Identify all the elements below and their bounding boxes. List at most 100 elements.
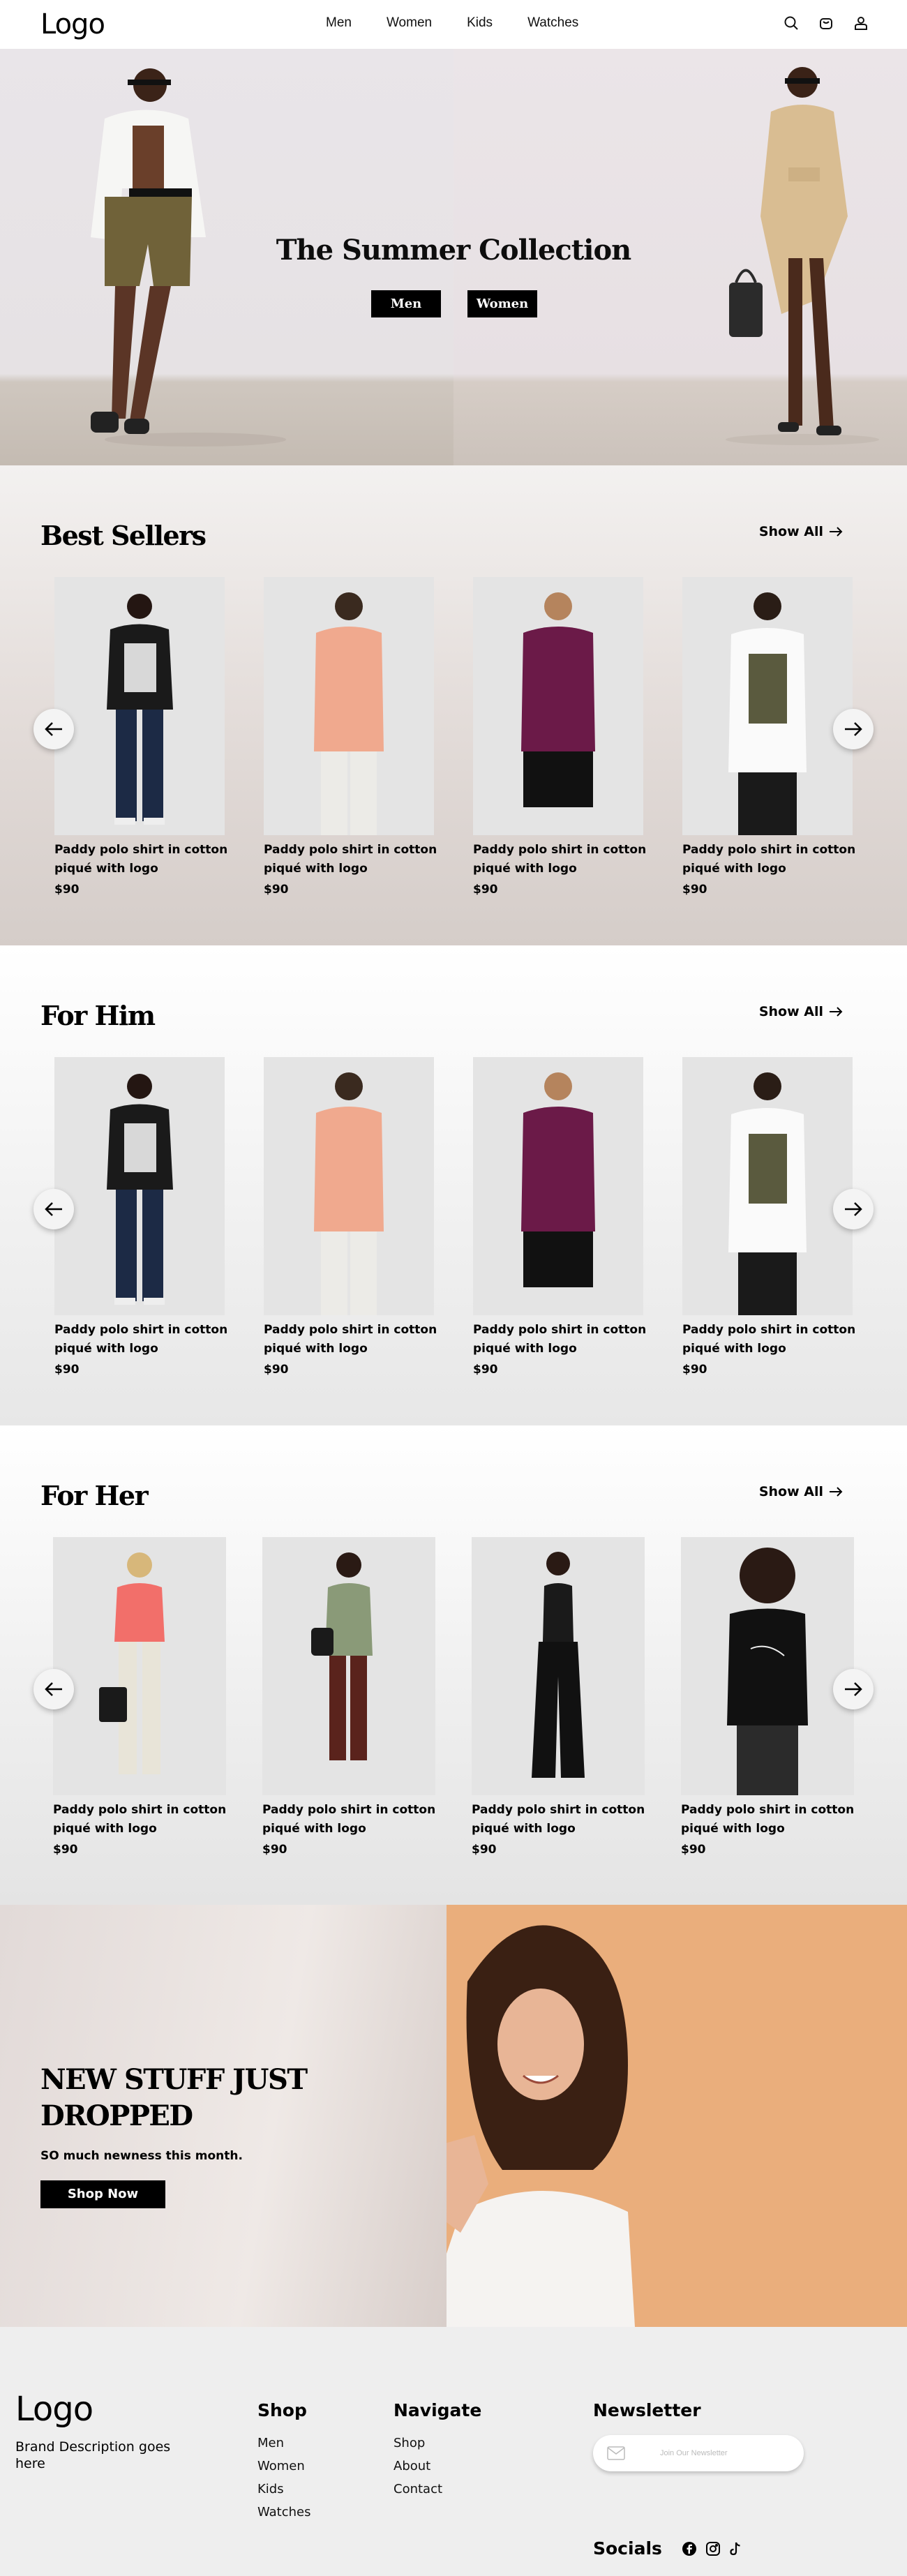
product-image[interactable]: [681, 1537, 854, 1795]
nav-link-men[interactable]: Men: [326, 15, 352, 31]
socials-title: Socials: [593, 2538, 662, 2559]
footer-link-women[interactable]: Women: [257, 2455, 311, 2478]
carousel-next-button[interactable]: [833, 1669, 874, 1709]
nav-link-watches[interactable]: Watches: [527, 15, 578, 31]
footer-link-watches[interactable]: Watches: [257, 2501, 311, 2524]
show-all-label: Show All: [758, 1484, 823, 1499]
product-name[interactable]: Paddy polo shirt in cotton piqué with lo…: [264, 841, 438, 878]
product-price: $90: [473, 1363, 498, 1377]
product-card[interactable]: Paddy polo shirt in cotton piqué with lo…: [472, 1537, 645, 1857]
hero-title: The Summer Collection: [276, 234, 631, 267]
product-image[interactable]: [53, 1537, 226, 1795]
footer-logo[interactable]: Logo: [15, 2390, 93, 2429]
newsletter-block: Newsletter Join Our Newsletter Socials: [593, 2400, 804, 2559]
product-card[interactable]: Paddy polo shirt in cotton piqué with lo…: [54, 577, 227, 897]
product-name[interactable]: Paddy polo shirt in cotton piqué with lo…: [681, 1801, 855, 1839]
promo-title: NEW STUFF JUST DROPPED: [40, 2063, 308, 2132]
newsletter-title: Newsletter: [593, 2400, 701, 2420]
shop-now-button[interactable]: Shop Now: [40, 2180, 165, 2208]
product-name[interactable]: Paddy polo shirt in cotton piqué with lo…: [473, 1321, 647, 1358]
socials-block: Socials: [593, 2538, 802, 2559]
show-all-link[interactable]: Show All: [759, 1004, 843, 1019]
product-price: $90: [264, 883, 289, 897]
product-image[interactable]: [682, 577, 853, 835]
product-card[interactable]: Paddy polo shirt in cotton piqué with lo…: [53, 1537, 226, 1857]
footer-link-about[interactable]: About: [393, 2455, 481, 2478]
product-card[interactable]: Paddy polo shirt in cotton piqué with lo…: [473, 577, 646, 897]
product-name[interactable]: Paddy polo shirt in cotton piqué with lo…: [264, 1321, 438, 1358]
product-image[interactable]: [262, 1537, 435, 1795]
promo-banner: NEW STUFF JUST DROPPED SO much newness t…: [0, 1905, 907, 2327]
shop-women-button[interactable]: Women: [467, 290, 537, 317]
footer-link-kids[interactable]: Kids: [257, 2478, 311, 2501]
arrow-right-icon: [845, 1202, 862, 1216]
product-image[interactable]: [264, 1057, 434, 1315]
site-header: Logo Men Women Kids Watches: [0, 0, 907, 49]
carousel-next-button[interactable]: [833, 1189, 874, 1229]
product-image[interactable]: [682, 1057, 853, 1315]
product-name[interactable]: Paddy polo shirt in cotton piqué with lo…: [262, 1801, 437, 1839]
logo[interactable]: Logo: [40, 8, 105, 40]
arrow-right-icon: [845, 1682, 862, 1696]
nav-link-kids[interactable]: Kids: [467, 15, 493, 31]
product-name[interactable]: Paddy polo shirt in cotton piqué with lo…: [53, 1801, 227, 1839]
product-image[interactable]: [472, 1537, 645, 1795]
newsletter-placeholder: Join Our Newsletter: [660, 2449, 728, 2457]
product-card[interactable]: Paddy polo shirt in cotton piqué with lo…: [262, 1537, 435, 1857]
product-card[interactable]: Paddy polo shirt in cotton piqué with lo…: [681, 1537, 854, 1857]
shop-men-button[interactable]: Men: [371, 290, 441, 317]
product-name[interactable]: Paddy polo shirt in cotton piqué with lo…: [682, 1321, 857, 1358]
carousel-prev-button[interactable]: [33, 1189, 74, 1229]
product-image[interactable]: [264, 577, 434, 835]
show-all-link[interactable]: Show All: [759, 1484, 843, 1499]
promo-subtitle: SO much newness this month.: [40, 2149, 243, 2163]
product-card[interactable]: Paddy polo shirt in cotton piqué with lo…: [264, 1057, 437, 1377]
product-carousel: Paddy polo shirt in cotton piqué with lo…: [54, 1057, 855, 1406]
footer-shop-column: Shop Men Women Kids Watches: [257, 2400, 311, 2524]
show-all-link[interactable]: Show All: [759, 524, 843, 539]
footer-column-title: Navigate: [393, 2400, 482, 2420]
bag-icon[interactable]: [818, 15, 834, 31]
product-name[interactable]: Paddy polo shirt in cotton piqué with lo…: [54, 1321, 229, 1358]
main-nav: Men Women Kids Watches: [326, 15, 613, 31]
footer-link-shop[interactable]: Shop: [393, 2432, 481, 2455]
product-price: $90: [53, 1843, 78, 1857]
instagram-icon[interactable]: [705, 2541, 721, 2556]
carousel-next-button[interactable]: [833, 709, 874, 749]
product-name[interactable]: Paddy polo shirt in cotton piqué with lo…: [682, 841, 857, 878]
product-image[interactable]: [473, 1057, 643, 1315]
product-name[interactable]: Paddy polo shirt in cotton piqué with lo…: [472, 1801, 646, 1839]
footer-link-men[interactable]: Men: [257, 2432, 311, 2455]
product-price: $90: [54, 883, 80, 897]
arrow-right-icon: [830, 527, 843, 537]
product-name[interactable]: Paddy polo shirt in cotton piqué with lo…: [54, 841, 229, 878]
tiktok-icon[interactable]: [729, 2541, 742, 2556]
product-name[interactable]: Paddy polo shirt in cotton piqué with lo…: [473, 841, 647, 878]
carousel-prev-button[interactable]: [33, 709, 74, 749]
product-card[interactable]: Paddy polo shirt in cotton piqué with lo…: [54, 1057, 227, 1377]
user-icon[interactable]: [853, 15, 869, 31]
product-carousel: Paddy polo shirt in cotton piqué with lo…: [53, 1537, 854, 1886]
carousel-prev-button[interactable]: [33, 1669, 74, 1709]
product-image[interactable]: [54, 577, 225, 835]
product-price: $90: [681, 1843, 706, 1857]
product-carousel: Paddy polo shirt in cotton piqué with lo…: [54, 577, 855, 926]
product-card[interactable]: Paddy polo shirt in cotton piqué with lo…: [473, 1057, 646, 1377]
footer-link-contact[interactable]: Contact: [393, 2478, 481, 2501]
newsletter-input[interactable]: Join Our Newsletter: [593, 2435, 804, 2471]
nav-link-women[interactable]: Women: [387, 15, 432, 31]
search-icon[interactable]: [783, 15, 800, 31]
product-card[interactable]: Paddy polo shirt in cotton piqué with lo…: [682, 577, 855, 897]
product-price: $90: [473, 883, 498, 897]
product-card[interactable]: Paddy polo shirt in cotton piqué with lo…: [682, 1057, 855, 1377]
show-all-label: Show All: [758, 524, 823, 539]
product-price: $90: [682, 883, 707, 897]
facebook-icon[interactable]: [682, 2541, 697, 2556]
product-image[interactable]: [54, 1057, 225, 1315]
footer-column-title: Shop: [257, 2400, 307, 2420]
hero-buttons: Men Women: [371, 290, 537, 317]
hero-banner: The Summer Collection Men Women: [0, 49, 907, 465]
product-image[interactable]: [473, 577, 643, 835]
product-card[interactable]: Paddy polo shirt in cotton piqué with lo…: [264, 577, 437, 897]
header-icons: [783, 15, 869, 31]
